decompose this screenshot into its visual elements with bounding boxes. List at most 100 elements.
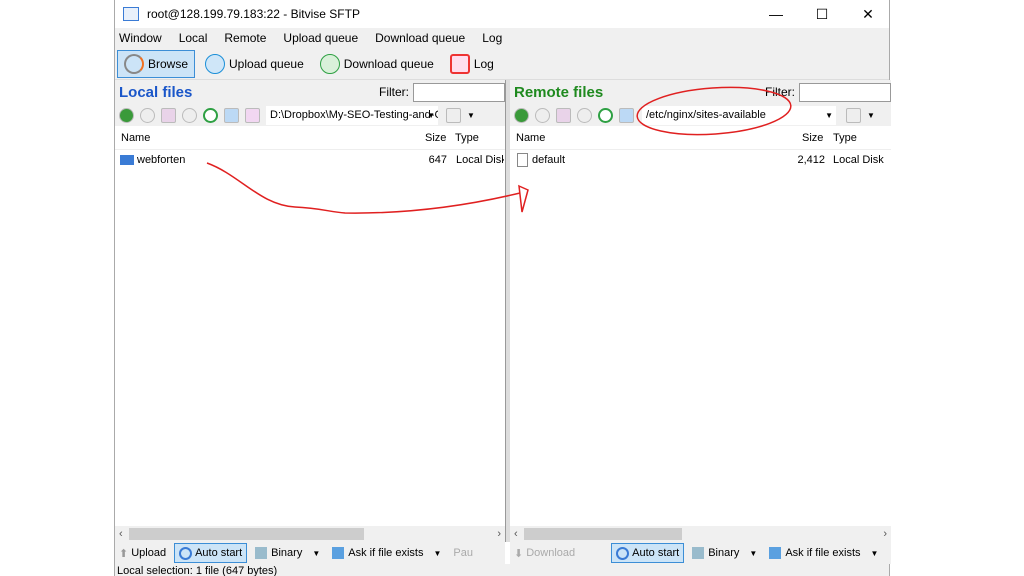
status-bar: Local selection: 1 file (647 bytes) [115,564,889,576]
log-icon [449,53,470,74]
column-type[interactable]: Type [833,132,857,144]
local-panel: Local files Filter: D:\Dropbox\My-SEO-Tes… [115,80,505,542]
pause-label: Pau [453,547,473,559]
view-mode-icon[interactable] [446,107,461,123]
menu-window[interactable]: Window [119,31,162,45]
file-exists-icon [332,547,345,559]
remote-transfer-toolbar: ⬇ Download Auto start Binary ▼ Ask if file… [510,542,891,564]
remote-path-text: /etc/nginx/sites-available [646,109,766,121]
local-filter-input[interactable] [413,82,505,102]
upload-queue-button[interactable]: Upload queue [199,50,310,78]
server-icon [120,155,134,165]
ask-label: Ask if file exists [785,547,861,559]
download-label: Download [526,547,576,559]
binary-dropdown[interactable]: Binary ▼ [688,543,761,563]
download-button[interactable]: ⬇ Download [510,543,579,563]
menu-log[interactable]: Log [482,31,502,45]
local-title: Local files [119,83,193,101]
pause-button[interactable]: Pau [449,543,477,563]
stop-icon[interactable] [182,107,197,123]
column-name[interactable]: Name [516,132,545,144]
log-button[interactable]: Log [444,50,500,78]
refresh-icon[interactable] [598,107,613,123]
back-icon[interactable] [119,107,134,123]
column-size[interactable]: Size [802,132,823,144]
back-icon[interactable] [514,107,529,123]
auto-start-label: Auto start [195,547,243,559]
download-queue-label: Download queue [343,56,434,71]
ask-label: Ask if file exists [348,547,424,559]
scrollbar-thumb[interactable] [523,528,682,540]
auto-start-toggle[interactable]: Auto start [174,543,248,563]
file-name: default [532,154,566,166]
minimize-button[interactable]: — [753,0,799,28]
auto-start-toggle[interactable]: Auto start [611,543,685,563]
forward-icon[interactable] [535,107,550,123]
home-icon[interactable] [619,107,634,123]
file-type: Local Disk [456,154,504,166]
chevron-down-icon[interactable]: ▼ [825,111,833,120]
file-row[interactable]: webforten 647 Local Disk [115,150,505,170]
view-mode-icon[interactable] [846,107,861,123]
stop-icon[interactable] [577,107,592,123]
ask-if-file-exists-dropdown[interactable]: Ask if file exists ▼ [765,543,882,563]
ask-if-file-exists-dropdown[interactable]: Ask if file exists ▼ [328,543,445,563]
sftp-window: root@128.199.79.183:22 - Bitvise SFTP — … [114,0,891,576]
scrollbar-thumb[interactable] [128,528,364,540]
browse-label: Browse [148,56,189,71]
file-name: webforten [137,154,186,166]
local-path-text: D:\Dropbox\My-SEO-Testing-and-C [270,109,438,121]
window-title: root@128.199.79.183:22 - Bitvise SFTP [147,7,360,21]
file-size: 647 [428,154,447,166]
chevron-down-icon[interactable]: ▼ [867,111,875,120]
remote-horizontal-scrollbar[interactable]: ‹ › [510,526,891,542]
download-queue-button[interactable]: Download queue [314,50,440,78]
maximize-button[interactable]: ☐ [799,0,845,28]
binary-dropdown[interactable]: Binary ▼ [251,543,324,563]
upload-label: Upload [131,547,167,559]
menu-upload-queue[interactable]: Upload queue [283,31,358,45]
app-icon [123,7,139,21]
auto-start-label: Auto start [632,547,680,559]
local-path-combobox[interactable]: D:\Dropbox\My-SEO-Testing-and-C ▼ [266,105,438,125]
forward-icon[interactable] [140,107,155,123]
chevron-down-icon[interactable]: ▼ [467,111,475,120]
auto-start-icon [616,546,630,560]
upload-button[interactable]: ⬆ Upload [115,543,170,563]
folder-up-icon[interactable] [161,107,176,123]
cloud-download-icon [319,53,340,74]
file-row[interactable]: default 2,412 Local Disk [510,150,891,170]
file-size: 2,412 [797,154,825,166]
column-type[interactable]: Type [455,132,479,144]
menu-local[interactable]: Local [179,31,208,45]
browse-button[interactable]: Browse [117,49,196,78]
local-horizontal-scrollbar[interactable]: ‹ › [115,526,505,542]
binary-label: Binary [708,547,740,559]
upload-queue-label: Upload queue [229,56,304,71]
home-icon[interactable] [224,107,239,123]
binary-icon [255,547,268,559]
folder-up-icon[interactable] [556,107,571,123]
close-button[interactable]: ✕ [845,0,891,28]
remote-path-combobox[interactable]: /etc/nginx/sites-available ▼ [642,105,836,125]
binary-icon [692,547,705,559]
remote-filter-input[interactable] [799,82,891,102]
log-label: Log [473,56,494,71]
main-toolbar: Browse Upload queue Download queue Log [115,48,889,80]
local-filter-label: Filter: [379,85,409,99]
column-size[interactable]: Size [425,132,446,144]
remote-filter-label: Filter: [765,85,795,99]
refresh-icon[interactable] [203,107,218,123]
new-folder-icon[interactable] [245,107,260,123]
magnifier-icon [124,53,144,74]
local-nav-toolbar: D:\Dropbox\My-SEO-Testing-and-C ▼ ▼ [115,104,505,126]
chevron-down-icon[interactable]: ▼ [427,111,435,120]
menu-remote[interactable]: Remote [224,31,266,45]
menu-download-queue[interactable]: Download queue [375,31,465,45]
auto-start-icon [179,546,193,560]
download-arrow-icon: ⬇ [514,547,524,560]
title-bar: root@128.199.79.183:22 - Bitvise SFTP — … [115,0,889,28]
column-name[interactable]: Name [121,132,150,144]
local-list-header: Name Size Type [115,126,505,150]
cloud-upload-icon [205,53,226,74]
